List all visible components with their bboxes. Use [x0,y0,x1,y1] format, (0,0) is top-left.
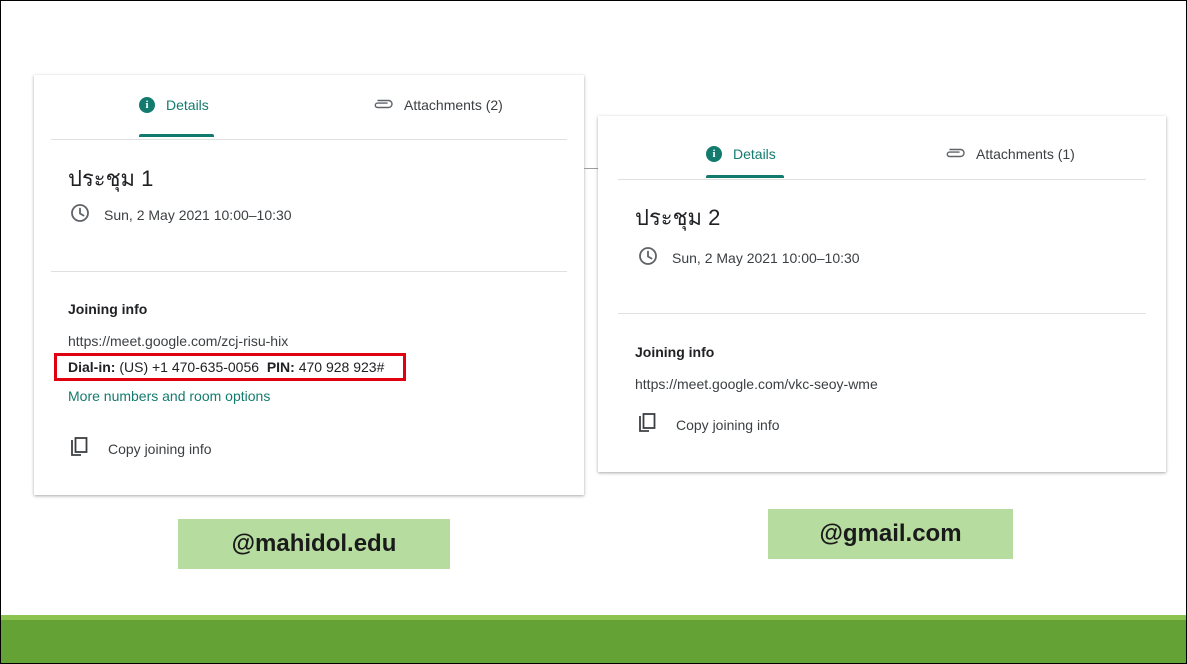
meet-link[interactable]: https://meet.google.com/zcj-risu-hix [68,333,288,349]
clock-icon [70,203,90,226]
meet-link[interactable]: https://meet.google.com/vkc-seoy-wme [635,376,878,392]
dial-in-number[interactable]: (US) +1 470-635-0056 [119,359,259,375]
paperclip-icon [372,97,394,113]
joining-info-heading: Joining info [635,344,715,360]
copy-joining-info-button[interactable]: Copy joining info [70,437,212,460]
tab-attachments-label: Attachments (2) [404,97,503,113]
card-connector-line [584,168,598,169]
event-datetime: Sun, 2 May 2021 10:00–10:30 [104,206,292,223]
tab-divider [618,179,1146,180]
footer-band [1,615,1186,663]
dial-in-row: Dial-in: (US) +1 470-635-0056 PIN: 470 9… [68,359,384,375]
paperclip-icon [944,146,966,162]
event-time-row: Sun, 2 May 2021 10:00–10:30 [70,203,292,226]
event-details-card-mahidol: i Details Attachments (2) ประชุม 1 Sun, … [34,75,584,495]
tab-attachments-label: Attachments (1) [976,146,1075,162]
event-datetime: Sun, 2 May 2021 10:00–10:30 [672,249,860,266]
event-title: ประชุม 2 [635,205,721,230]
tab-details-label: Details [733,146,776,162]
copy-joining-info-label: Copy joining info [676,416,780,433]
more-numbers-link[interactable]: More numbers and room options [68,388,270,404]
info-icon: i [139,97,155,113]
joining-info-heading: Joining info [68,301,148,317]
tab-details[interactable]: i Details [139,97,209,113]
section-divider [618,313,1146,314]
clock-icon [638,246,658,269]
tab-details-label: Details [166,97,209,113]
event-time-row: Sun, 2 May 2021 10:00–10:30 [638,246,860,269]
copy-icon [638,413,656,436]
copy-joining-info-button[interactable]: Copy joining info [638,413,780,436]
copy-joining-info-label: Copy joining info [108,440,212,457]
pin-label: PIN: [266,359,295,375]
info-icon: i [706,146,722,162]
account-label-gmail: @gmail.com [768,509,1013,559]
tab-active-indicator [139,134,214,137]
event-details-card-gmail: i Details Attachments (1) ประชุม 2 Sun, … [598,116,1166,472]
tab-divider [51,139,567,140]
copy-icon [70,437,88,460]
tab-details[interactable]: i Details [706,146,776,162]
tab-bar: i Details Attachments (1) [598,116,1166,178]
tab-bar: i Details Attachments (2) [34,75,584,137]
dial-in-label: Dial-in: [68,359,116,375]
tab-attachments[interactable]: Attachments (1) [944,146,1075,162]
section-divider [51,271,567,272]
tab-attachments[interactable]: Attachments (2) [372,97,503,113]
pin-value: 470 928 923# [298,359,385,375]
tab-active-indicator [706,175,784,178]
event-title: ประชุม 1 [68,166,154,191]
account-label-mahidol: @mahidol.edu [178,519,450,569]
